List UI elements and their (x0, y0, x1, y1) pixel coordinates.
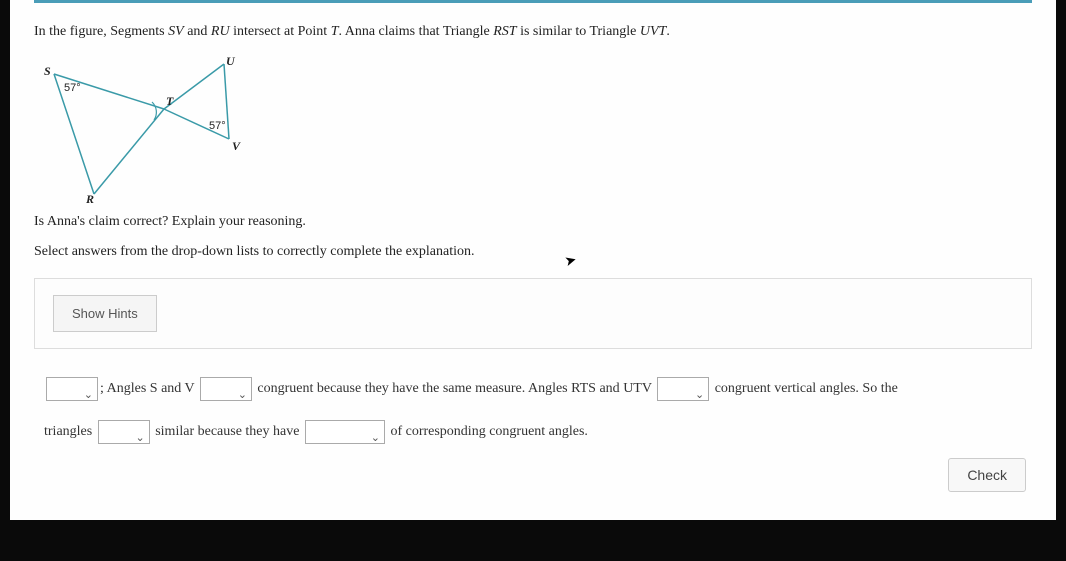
triangle-diagram-svg (34, 54, 264, 204)
geometry-figure: S U T V R 57° 57° (34, 54, 264, 204)
text: of corresponding congruent angles. (387, 424, 588, 439)
accent-border (34, 0, 1032, 3)
vertex-r-label: R (86, 192, 94, 207)
vertex-s-label: S (44, 64, 51, 79)
explanation-line-1: ; Angles S and V congruent because they … (44, 369, 1022, 408)
text: . (666, 24, 670, 39)
angle-s: S (150, 381, 158, 396)
question-text: Is Anna's claim correct? Explain your re… (34, 214, 1032, 230)
angle-v: V (185, 381, 195, 396)
explanation-line-2: triangles similar because they have of c… (44, 412, 1022, 451)
dropdown-3[interactable] (657, 377, 709, 401)
text: ; Angles (100, 381, 150, 396)
triangle-uvt: UVT (640, 24, 666, 39)
vertex-u-label: U (226, 54, 235, 69)
text: congruent vertical angles. So the (711, 381, 898, 396)
instruction-text: Select answers from the drop-down lists … (34, 244, 1032, 260)
segment-sv: SV (168, 24, 184, 39)
show-hints-button[interactable]: Show Hints (53, 295, 157, 332)
text: and (596, 381, 623, 396)
text: similar because they have (152, 424, 303, 439)
explanation-section: ; Angles S and V congruent because they … (34, 369, 1032, 451)
text: . Anna claims that Triangle (338, 24, 493, 39)
angle-rts: RTS (571, 381, 596, 396)
hints-panel: Show Hints (34, 278, 1032, 349)
vertex-t-label: T (166, 94, 173, 109)
dropdown-2[interactable] (200, 377, 252, 401)
dropdown-5[interactable] (305, 420, 385, 444)
text: and (184, 24, 211, 39)
text: is similar to Triangle (517, 24, 640, 39)
dropdown-1[interactable] (46, 377, 98, 401)
text: and (158, 381, 185, 396)
triangle-rst: RST (493, 24, 516, 39)
dropdown-4[interactable] (98, 420, 150, 444)
text: triangles (44, 424, 96, 439)
text: intersect at Point (230, 24, 331, 39)
angle-v-label: 57° (209, 120, 226, 132)
angle-s-label: 57° (64, 82, 81, 94)
segment-ru: RU (211, 24, 230, 39)
check-button[interactable]: Check (948, 458, 1026, 492)
text: congruent because they have the same mea… (254, 381, 571, 396)
problem-statement: In the figure, Segments SV and RU inters… (34, 21, 1032, 42)
vertex-v-label: V (232, 139, 240, 154)
problem-page: In the figure, Segments SV and RU inters… (10, 0, 1056, 520)
angle-utv: UTV (623, 381, 652, 396)
text: In the figure, Segments (34, 24, 168, 39)
